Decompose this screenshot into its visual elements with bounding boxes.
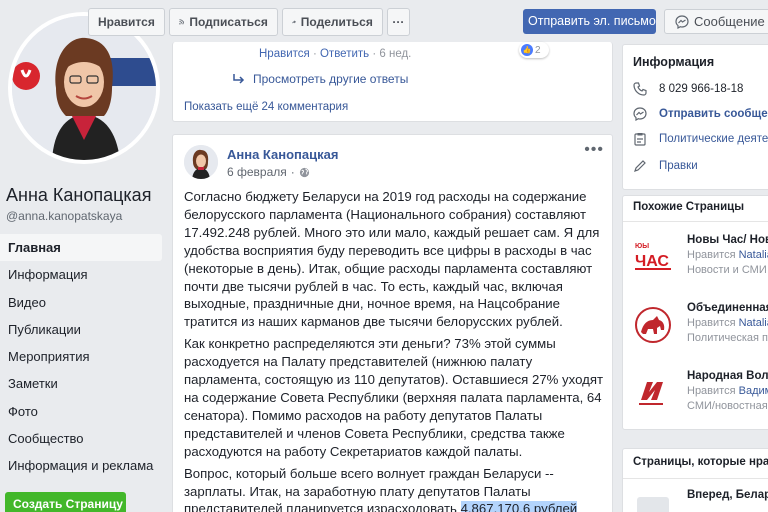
page-action-bar: Нравится Подписаться Поделиться ··· [88,8,410,36]
page-title: Анна Канопацкая [6,185,152,205]
send-message-row[interactable]: Отправить сообщение [633,107,768,121]
liked-page-item[interactable]: Вперед, Беларусь [633,489,768,512]
similar-pages-title: Похожие Страницы [633,201,745,213]
post-date: 6 февраля [227,165,287,179]
post-paragraph: Вопрос, который больше всего волнует гра… [184,465,604,512]
more-options-button[interactable]: ··· [386,8,410,36]
page-handle[interactable]: @anna.kanopatskaya [6,209,122,223]
selected-text: 4.867.170,6 рублей [460,501,578,512]
phone-icon [633,82,647,96]
edits-link: Правки [659,160,698,172]
similar-page-name: Объединенная Гражданская Партия [687,302,768,314]
send-email-button[interactable]: Отправить эл. письмо [523,9,656,34]
reply-age: 6 нед. [379,48,412,60]
reply-arrow-icon [233,74,245,84]
nav-item-info-and-ads[interactable]: Информация и реклама [0,452,162,479]
similar-page-category: Новости и СМИ [687,264,767,276]
post-body: Согласно бюджету Беларуси на 2019 год ра… [184,188,604,512]
similar-page-item[interactable]: ЮЫ ЧАС Новы Час/ Новое Время Нравится Na… [633,234,768,280]
avatar [12,16,156,160]
send-message-link: Отправить сообщение [659,108,768,120]
phone-row[interactable]: 8 029 966-18-18 [633,82,743,96]
novy-chas-logo: ЮЫ ЧАС [633,238,675,274]
post-card: Анна Канопацкая 6 февраля · ••• Согласно… [172,134,613,512]
similar-page-name: Новы Час/ Новое Время [687,234,768,246]
post-paragraph: Как конкретно распределяются эти деньги?… [184,336,604,459]
view-more-replies-link[interactable]: Просмотреть другие ответы [233,72,408,86]
reply-like-link[interactable]: Нравится [259,48,310,60]
nav-item-photos[interactable]: Фото [0,398,162,425]
left-column: Анна Канопацкая @anna.kanopatskaya Главн… [0,0,168,512]
similar-page-item[interactable]: Народная Воля Нравится Вадим СМИ/новостн… [633,370,768,416]
reaction-badge[interactable]: 👍 2 [519,42,549,58]
messenger-icon [675,14,689,29]
post-paragraph: Согласно бюджету Беларуси на 2019 год ра… [184,189,600,330]
nav-item-posts[interactable]: Публикации [0,316,162,343]
share-label: Поделиться [300,15,373,29]
similar-page-liked-by: Нравится Вадим [687,385,768,397]
show-more-comments-link[interactable]: Показать ещё 24 комментария [184,101,348,113]
liked-page-logo [633,493,675,512]
message-label: Сообщение [694,14,765,29]
reply-reply-link[interactable]: Ответить [320,48,369,60]
subscribe-label: Подписаться [189,15,268,29]
create-page-button[interactable]: Создать Страницу [5,492,126,512]
post-timestamp[interactable]: 6 февраля · [227,165,310,179]
liked-pages-title: Страницы, которые нравятся этой Странице [633,456,768,468]
message-button[interactable]: Сообщение [664,9,768,34]
thumbs-up-icon: 👍 [521,44,533,56]
nav-item-events[interactable]: Мероприятия [0,343,162,370]
similar-page-liked-by: Нравится Natalia [687,249,768,261]
nav-item-videos[interactable]: Видео [0,289,162,316]
post-options-icon[interactable]: ••• [584,141,604,159]
info-card: Информация 8 029 966-18-18 Отправить соо… [622,44,768,190]
ogp-logo [633,306,675,343]
messenger-icon [633,107,647,121]
reaction-count: 2 [535,44,541,56]
svg-text:ЧАС: ЧАС [635,253,669,270]
post-author-name[interactable]: Анна Канопацкая [227,147,338,162]
author-avatar-image [184,145,218,179]
svg-text:ЮЫ: ЮЫ [635,243,649,250]
liked-pages-card: Страницы, которые нравятся этой Странице… [622,448,768,512]
like-page-button[interactable]: Нравится [88,8,165,36]
profile-portrait-image [12,16,156,160]
share-arrow-icon [291,20,296,24]
similar-pages-card: Похожие Страницы ЮЫ ЧАС Новы Час/ Новое … [622,195,768,430]
clipboard-icon [634,133,646,146]
edits-row[interactable]: Правки [633,159,698,173]
pencil-icon [634,160,646,172]
similar-page-liked-by: Нравится Natalia [687,317,768,329]
comments-card: Нравится · Ответить · 6 нед. 👍 2 Просмот… [172,42,613,122]
narodnaya-volya-logo [633,374,675,410]
liked-page-name: Вперед, Беларусь [687,489,768,501]
like-page-label: Нравится [98,15,155,29]
globe-icon [299,167,309,177]
nav-item-home[interactable]: Главная [0,234,162,262]
reply-meta: Нравится · Ответить · 6 нед. [259,48,412,60]
post-author-avatar[interactable] [184,145,218,179]
more-dots-icon: ··· [392,15,405,29]
page-nav: Главная Информация Видео Публикации Меро… [0,234,162,480]
category-link: Политические деятели [659,133,768,145]
nav-item-community[interactable]: Сообщество [0,425,162,452]
info-title: Информация [633,55,715,69]
nav-item-about[interactable]: Информация [0,261,162,288]
view-more-replies-label: Просмотреть другие ответы [253,72,409,86]
similar-page-item[interactable]: Объединенная Гражданская Партия Нравится… [633,302,768,348]
similar-page-category: Политическая партия [687,332,768,344]
similar-page-category: СМИ/новостная компания [687,400,768,412]
phone-number: 8 029 966-18-18 [659,83,744,95]
share-button[interactable]: Поделиться [281,8,383,36]
category-row[interactable]: Политические деятели [633,132,768,146]
similar-page-name: Народная Воля [687,370,768,382]
subscribe-button[interactable]: Подписаться [168,8,278,36]
rss-icon [179,19,185,25]
nav-item-notes[interactable]: Заметки [0,370,162,397]
